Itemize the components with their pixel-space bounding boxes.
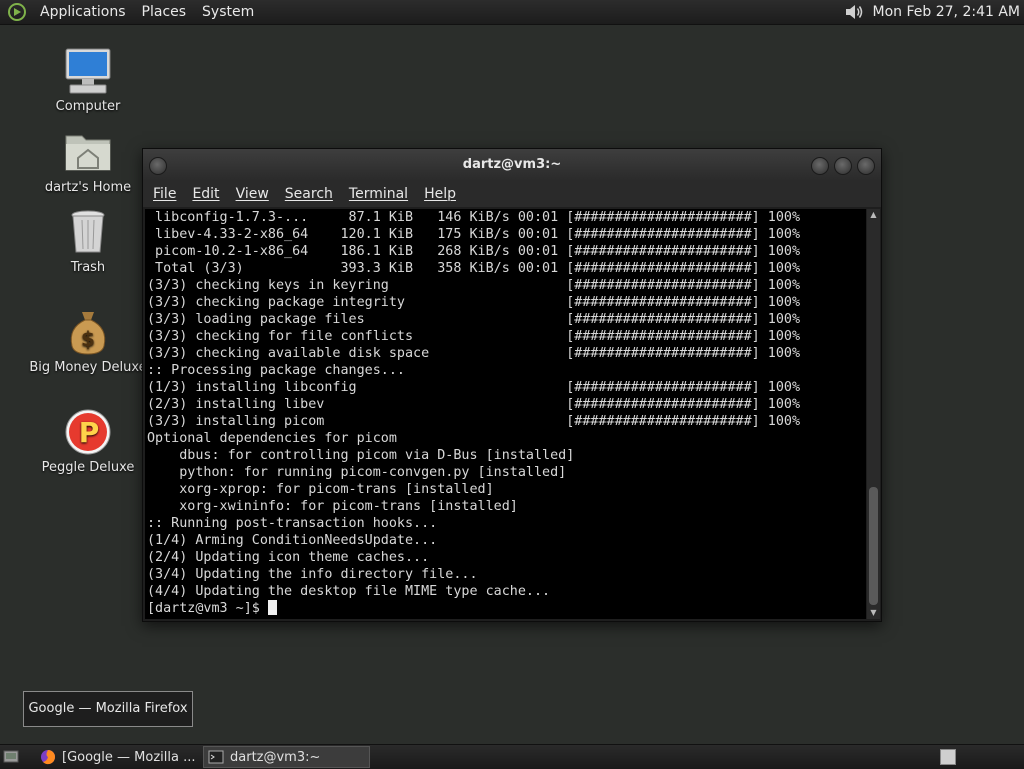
- terminal-window: dartz@vm3:~ File Edit View Search Termin…: [142, 148, 882, 622]
- terminal-line: (3/3) installing picom [################…: [147, 414, 801, 429]
- window-title: dartz@vm3:~: [462, 157, 562, 172]
- terminal-scrollbar[interactable]: ▲ ▼: [867, 209, 880, 619]
- desktop-icon-trash[interactable]: Trash: [23, 206, 153, 275]
- scrollbar-thumb[interactable]: [869, 487, 878, 605]
- home-folder-icon: [65, 135, 111, 171]
- top-panel: Applications Places System Mon Feb 27, 2…: [0, 0, 1024, 25]
- desktop-icon-label: Computer: [55, 99, 121, 114]
- terminal-line: Total (3/3) 393.3 KiB 358 KiB/s 00:01 [#…: [155, 261, 801, 276]
- terminal-line: (3/3) checking keys in keyring [########…: [147, 278, 801, 293]
- terminal-line: (3/3) loading package files [###########…: [147, 312, 801, 327]
- terminal-line: (2/3) installing libev [################…: [147, 397, 801, 412]
- terminal-menubar: File Edit View Search Terminal Help: [143, 181, 881, 207]
- workspace-switcher[interactable]: [940, 749, 956, 765]
- menu-search[interactable]: Search: [285, 186, 333, 202]
- terminal-line: python: for running picom-convgen.py [in…: [179, 465, 567, 480]
- terminal-cursor: [267, 600, 277, 615]
- terminal-line: (3/3) checking package integrity [######…: [147, 295, 801, 310]
- desktop-icon-computer[interactable]: Computer: [23, 45, 153, 114]
- desktop-icon-big-money[interactable]: $ Big Money Deluxe: [23, 306, 153, 375]
- terminal-line: :: Running post-transaction hooks...: [147, 516, 438, 531]
- speaker-icon[interactable]: [843, 1, 865, 23]
- terminal-line: (2/4) Updating icon theme caches...: [147, 550, 430, 565]
- terminal-line: picom-10.2-1-x86_64 186.1 KiB 268 KiB/s …: [155, 244, 801, 259]
- peggle-icon: P: [65, 409, 111, 455]
- bottom-panel: [Google — Mozilla ... dartz@vm3:~: [0, 744, 1024, 769]
- gnome-foot-icon[interactable]: [6, 1, 28, 23]
- svg-text:P: P: [79, 416, 100, 449]
- scroll-up-arrow-icon[interactable]: ▲: [867, 209, 880, 221]
- terminal-line: libconfig-1.7.3-... 87.1 KiB 146 KiB/s 0…: [155, 210, 801, 225]
- menu-terminal[interactable]: Terminal: [349, 186, 408, 202]
- money-bag-icon: $: [70, 312, 106, 355]
- terminal-line: :: Processing package changes...: [147, 363, 405, 378]
- terminal-line: (3/3) checking available disk space [###…: [147, 346, 801, 361]
- desktop-icon-label: dartz's Home: [44, 180, 132, 195]
- terminal-line: dbus: for controlling picom via D-Bus [i…: [179, 448, 575, 463]
- desktop-icon-peggle[interactable]: P Peggle Deluxe: [23, 406, 153, 475]
- terminal-line: Optional dependencies for picom: [147, 431, 397, 446]
- svg-text:$: $: [81, 327, 95, 351]
- terminal-line: xorg-xwininfo: for picom-trans [installe…: [179, 499, 518, 514]
- places-menu[interactable]: Places: [142, 4, 187, 20]
- close-icon[interactable]: [857, 157, 875, 175]
- firefox-icon: [41, 750, 56, 765]
- minimize-icon[interactable]: [811, 157, 829, 175]
- terminal-line: (3/3) checking for file conflicts [#####…: [147, 329, 801, 344]
- task-label: [Google — Mozilla ...: [62, 749, 196, 765]
- desktop-icon-label: Trash: [70, 260, 106, 275]
- terminal-line: (1/4) Arming ConditionNeedsUpdate...: [147, 533, 438, 548]
- task-label: dartz@vm3:~: [230, 749, 321, 765]
- terminal-line: libev-4.33-2-x86_64 120.1 KiB 175 KiB/s …: [155, 227, 801, 242]
- taskbar-firefox[interactable]: [Google — Mozilla ...: [36, 746, 200, 768]
- terminal-line: (3/4) Updating the info directory file..…: [147, 567, 478, 582]
- terminal-prompt: [dartz@vm3 ~]$: [147, 601, 268, 616]
- menu-view[interactable]: View: [236, 186, 269, 202]
- terminal-icon: [208, 750, 224, 764]
- desktop-icon-home[interactable]: dartz's Home: [23, 126, 153, 195]
- menu-edit[interactable]: Edit: [192, 186, 219, 202]
- menu-file[interactable]: File: [153, 186, 176, 202]
- terminal-text: libconfig-1.7.3-... 87.1 KiB 146 KiB/s 0…: [145, 209, 866, 617]
- terminal-line: xorg-xprop: for picom-trans [installed]: [179, 482, 494, 497]
- taskbar-terminal[interactable]: dartz@vm3:~: [203, 746, 370, 768]
- taskbar-tooltip: Google — Mozilla Firefox: [23, 691, 193, 727]
- terminal-line: (1/3) installing libconfig [############…: [147, 380, 801, 395]
- show-desktop-icon[interactable]: [3, 749, 19, 764]
- desktop-icon-label: Peggle Deluxe: [41, 460, 135, 475]
- desktop-icon-label: Big Money Deluxe: [29, 360, 147, 375]
- terminal-line: (4/4) Updating the desktop file MIME typ…: [147, 584, 551, 599]
- trash-icon: [71, 210, 105, 253]
- applications-menu[interactable]: Applications: [40, 4, 126, 20]
- terminal-output[interactable]: libconfig-1.7.3-... 87.1 KiB 146 KiB/s 0…: [145, 209, 866, 619]
- menu-help[interactable]: Help: [424, 186, 456, 202]
- scroll-down-arrow-icon[interactable]: ▼: [867, 607, 880, 619]
- maximize-icon[interactable]: [834, 157, 852, 175]
- computer-icon: [65, 48, 111, 94]
- clock[interactable]: Mon Feb 27, 2:41 AM: [873, 4, 1020, 20]
- window-menu-icon[interactable]: [149, 157, 167, 175]
- window-titlebar[interactable]: dartz@vm3:~: [143, 149, 881, 181]
- system-menu[interactable]: System: [202, 4, 254, 20]
